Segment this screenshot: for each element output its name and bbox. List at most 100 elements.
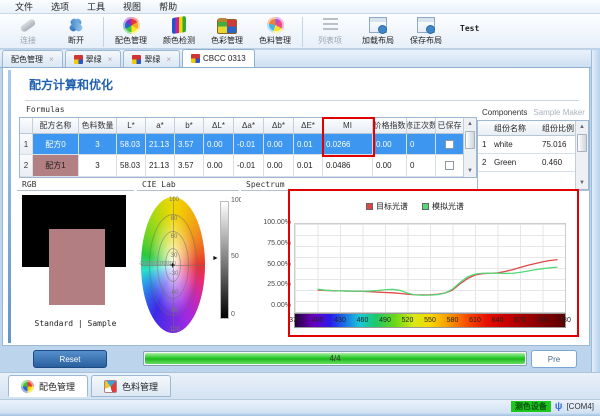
legend-swatch-icon — [422, 203, 429, 210]
cie-axis-label: 60 — [171, 234, 178, 240]
formulas-scrollbar[interactable]: ▲ ▼ — [463, 118, 476, 177]
cell: 0.0266 — [323, 134, 373, 155]
color-wheel-icon — [21, 380, 34, 393]
colorbars-icon — [169, 16, 189, 34]
scrollbar-thumb[interactable] — [465, 131, 475, 149]
header-cell-a*[interactable]: a* — [146, 118, 175, 133]
components-scrollbar[interactable]: ▲ ▼ — [575, 121, 588, 189]
formulas-table[interactable]: 配方名称色料数量L*a*b*ΔL*Δa*Δb*ΔE*MI价格指数修正次数已保存1… — [19, 117, 477, 178]
menu-item-工具[interactable]: 工具 — [78, 0, 114, 13]
cie-axis-label: 80 — [171, 216, 178, 222]
header-cell-配方名称[interactable]: 配方名称 — [33, 118, 79, 133]
toolbar-button-colorbars[interactable]: 颜色检测 — [155, 16, 203, 48]
cell-saved — [436, 134, 464, 155]
folder-icon — [217, 16, 237, 34]
header-cell-MI[interactable]: MI — [323, 118, 373, 133]
header-cell-修正次数[interactable]: 修正次数 — [407, 118, 436, 133]
cell: 0.00 — [264, 155, 294, 176]
formula-row[interactable]: 2配方1358.0321.133.570.00-0.010.000.010.04… — [20, 155, 476, 177]
toolbar-button-layout[interactable]: 保存布局 — [402, 16, 450, 48]
application-window: 文件选项工具视图帮助 连接断开配色管理颜色检测色彩管理色料管理列表项加载布局保存… — [0, 0, 600, 416]
scroll-down-icon[interactable]: ▼ — [576, 177, 588, 189]
close-icon[interactable]: × — [49, 55, 54, 64]
y-tick-label: 0.00% — [271, 302, 291, 309]
x-tick-label: 490 — [379, 317, 391, 324]
header-cell-色料数量[interactable]: 色料数量 — [79, 118, 117, 133]
header-cell-ΔE*[interactable]: ΔE* — [294, 118, 323, 133]
y-axis-tick-labels: 100.00%75.00%50.00%25.00%0.00% — [249, 219, 291, 309]
cie-axis-label: -60 — [170, 290, 179, 296]
scroll-down-icon[interactable]: ▼ — [464, 165, 476, 177]
cie-axis-label: -90 — [170, 308, 179, 314]
menu-item-视图[interactable]: 视图 — [114, 0, 150, 13]
close-icon[interactable]: × — [166, 55, 171, 64]
pre-button[interactable]: Pre — [531, 350, 577, 368]
toolbar-button-label: 断开 — [68, 35, 84, 46]
y-tick-label: 100.00% — [263, 219, 291, 226]
color-squares-icon — [132, 55, 141, 64]
footer-tab-色料管理[interactable]: 色料管理 — [91, 375, 171, 397]
layout-icon — [368, 16, 388, 34]
x-tick-label: 430 — [334, 317, 346, 324]
toolbar-button-palette[interactable]: 色料管理 — [251, 16, 299, 48]
footer-tab-配色管理[interactable]: 配色管理 — [8, 375, 88, 397]
reset-button[interactable]: Reset — [33, 350, 107, 368]
x-tick-label: 670 — [514, 317, 526, 324]
x-tick-label: 640 — [492, 317, 504, 324]
disconnect-icon — [66, 16, 86, 34]
row-number: 2 — [478, 158, 490, 167]
toolbar-button-disconnect[interactable]: 断开 — [52, 16, 100, 48]
toolbar-button-label: 加载布局 — [362, 35, 394, 46]
header-cell-L*[interactable]: L* — [117, 118, 146, 133]
scroll-up-icon[interactable]: ▲ — [576, 121, 588, 133]
scroll-up-icon[interactable]: ▲ — [464, 118, 476, 130]
component-ratio: 0.460 — [538, 158, 576, 167]
header-cell-已保存[interactable]: 已保存 — [436, 118, 464, 133]
footer-tab-bar: 配色管理 色料管理 — [0, 372, 600, 399]
cell: 配方0 — [33, 134, 79, 155]
header-cell-b*[interactable]: b* — [175, 118, 204, 133]
toolbar-button-label: 列表项 — [318, 35, 342, 46]
toolbar-button-folder[interactable]: 色彩管理 — [203, 16, 251, 48]
x-tick-label: 610 — [469, 317, 481, 324]
footer-tab-label: 色料管理 — [122, 380, 158, 393]
lightness-gradient-bar[interactable] — [220, 201, 229, 319]
menu-item-帮助[interactable]: 帮助 — [150, 0, 186, 13]
footer-tab-label: 配色管理 — [39, 380, 75, 393]
toolbar: 连接断开配色管理颜色检测色彩管理色料管理列表项加载布局保存布局Test — [0, 14, 600, 49]
component-row[interactable]: 2Green0.460 — [478, 154, 588, 172]
cell: 0.01 — [294, 155, 323, 176]
menu-item-文件[interactable]: 文件 — [6, 0, 42, 13]
cie-center-marker: + — [170, 260, 175, 270]
component-row[interactable]: 1white75.016 — [478, 136, 588, 154]
toolbar-button-label: 颜色检测 — [163, 35, 195, 46]
formula-row[interactable]: 1配方0358.0321.133.570.00-0.010.000.010.02… — [20, 134, 476, 156]
saved-checkbox[interactable] — [445, 140, 454, 149]
toolbar-button-layout[interactable]: 加载布局 — [354, 16, 402, 48]
header-cell-Δa*[interactable]: Δa* — [234, 118, 264, 133]
header-cell-ratio[interactable]: 组份比例 — [538, 123, 576, 134]
saved-checkbox[interactable] — [445, 161, 454, 170]
header-cell-Δb*[interactable]: Δb* — [264, 118, 294, 133]
palette-icon — [104, 380, 117, 393]
header-cell-name[interactable]: 组份名称 — [490, 123, 538, 134]
doc-tab-翠绿[interactable]: 翠绿× — [123, 50, 180, 67]
chart-legend: 目标光谱模拟光谱 — [241, 201, 589, 212]
close-icon[interactable]: × — [108, 55, 113, 64]
header-cell-价格指数[interactable]: 价格指数 — [373, 118, 407, 133]
doc-tab-CBCC 0313[interactable]: CBCC 0313 — [182, 49, 255, 67]
doc-tab-翠绿[interactable]: 翠绿× — [65, 50, 122, 67]
toolbar-test-label: Test — [460, 24, 479, 33]
toolbar-separator — [302, 17, 303, 47]
tab-components[interactable]: Components — [482, 108, 527, 117]
tab-sample-maker[interactable]: Sample Maker — [533, 108, 585, 117]
cell: -0.01 — [234, 134, 264, 155]
header-cell-ΔL*[interactable]: ΔL* — [204, 118, 234, 133]
row-number: 1 — [478, 140, 490, 149]
x-tick-label: 550 — [424, 317, 436, 324]
menu-item-选项[interactable]: 选项 — [42, 0, 78, 13]
doc-tab-配色管理[interactable]: 配色管理× — [2, 50, 63, 67]
components-table[interactable]: 组份名称组份比例 1white75.0162Green0.460 ▲ ▼ — [477, 120, 589, 190]
toolbar-button-colorwheel[interactable]: 配色管理 — [107, 16, 155, 48]
scrollbar-thumb[interactable] — [577, 134, 587, 152]
